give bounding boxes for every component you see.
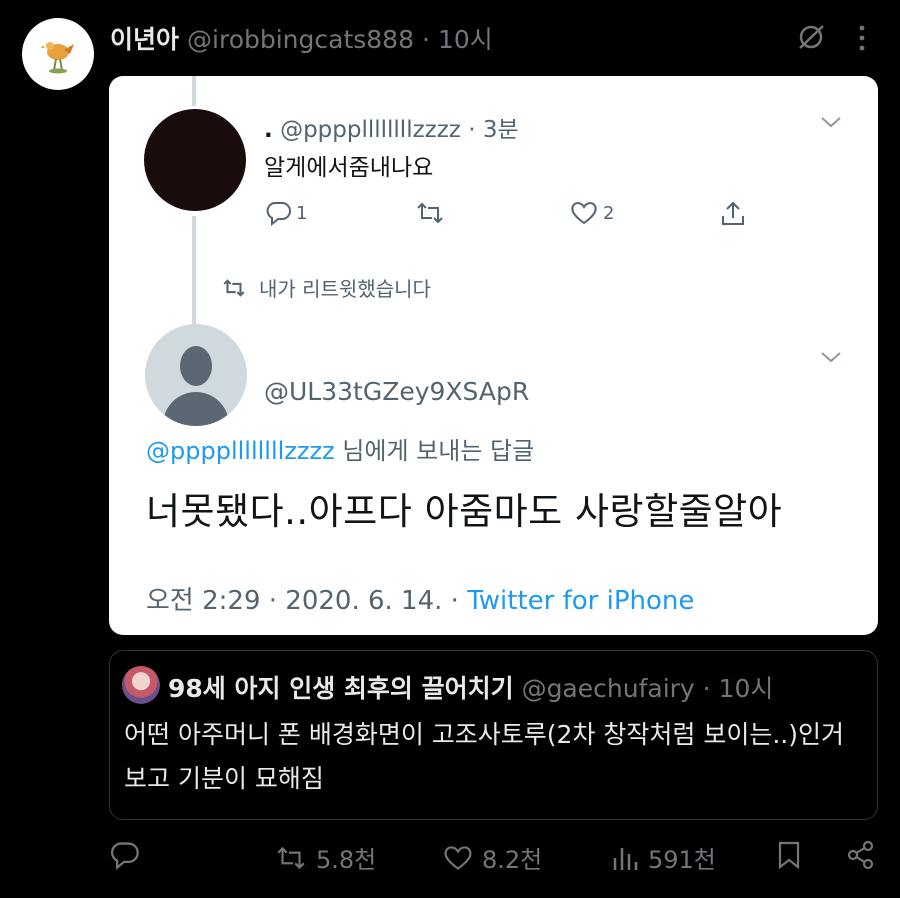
author-name[interactable]: 이년아: [110, 20, 179, 56]
author-avatar[interactable]: [22, 18, 94, 90]
reply-icon: [266, 202, 291, 226]
author-handle[interactable]: @irobbingcats888: [187, 25, 414, 54]
second-tweet-text: 너못됐다..아프다 아줌마도 사랑할줄알아: [146, 490, 783, 533]
second-tweet-handle: @UL33tGZey9XSApR: [264, 377, 530, 406]
reply-to-handle: @ppppllllllllzzzz: [146, 437, 335, 465]
second-tweet-meta: 오전 2:29 · 2020. 6. 14. · Twitter for iPh…: [146, 580, 694, 617]
chevron-down-icon: [821, 117, 841, 128]
share-icon: [847, 840, 874, 870]
chevron-down-icon: [821, 352, 841, 363]
more-icon[interactable]: [852, 24, 872, 52]
bookmark-icon: [778, 841, 800, 870]
reply-button[interactable]: [108, 840, 140, 870]
separator: ·: [702, 674, 711, 703]
retweeted-text: 내가 리트윗했습니다: [259, 277, 431, 301]
quoted-time: 10시: [718, 674, 774, 703]
tweet-header: 이년아 @irobbingcats888 · 10시: [110, 20, 493, 56]
meta-source: Twitter for iPhone: [467, 586, 695, 616]
reply-to-line: @ppppllllllllzzzz 님에게 보내는 답글: [146, 431, 534, 466]
views-button[interactable]: 591천: [610, 840, 716, 875]
views-count: 591천: [648, 846, 716, 874]
share-action: [719, 200, 747, 228]
meta-time: 오전 2:29 · 2020. 6. 14. ·: [146, 586, 468, 616]
first-tweet-header: . @ppppllllllllzzzz · 3분: [264, 110, 519, 144]
quoted-header: 98세 아지 인생 최후의 끌어치기 @gaechufairy · 10시: [168, 669, 773, 705]
separator: ·: [468, 117, 476, 143]
retweet-count: 5.8천: [316, 846, 377, 874]
first-tweet-time: 3분: [482, 117, 519, 143]
reply-action: 1: [264, 200, 307, 226]
heart-icon: [444, 845, 472, 870]
bird-icon: [40, 42, 74, 74]
quoted-avatar: [122, 666, 160, 704]
first-tweet-avatar: [144, 109, 246, 211]
share-button[interactable]: [846, 840, 876, 870]
quoted-tweet[interactable]: 98세 아지 인생 최후의 끌어치기 @gaechufairy · 10시 어떤…: [109, 650, 878, 820]
separator: ·: [422, 25, 430, 54]
quoted-text: 어떤 아주머니 폰 배경화면이 고조사토루(2차 창작처럼 보이는..)인거 보…: [124, 720, 844, 793]
like-count: 8.2천: [482, 846, 543, 874]
first-tweet-name: .: [264, 117, 273, 143]
retweet-button[interactable]: 5.8천: [274, 840, 376, 875]
heart-icon: [571, 202, 597, 225]
retweet-action: [414, 200, 446, 226]
tweet-screenshot-image[interactable]: . @ppppllllllllzzzz · 3분 알게에서줌내나요 1 2 내가…: [109, 76, 878, 635]
retweet-icon: [417, 202, 443, 224]
first-tweet-text: 알게에서줌내나요: [264, 155, 434, 181]
avatar-body: [163, 392, 229, 426]
grok-icon[interactable]: [796, 22, 826, 52]
bookmark-button[interactable]: [776, 840, 802, 870]
quoted-name: 98세 아지 인생 최후의 끌어치기: [168, 674, 514, 703]
reply-count: 1: [296, 202, 308, 224]
share-icon: [722, 201, 744, 225]
avatar-head: [180, 346, 212, 386]
reply-icon: [110, 842, 139, 870]
thread-line-top: [192, 76, 196, 106]
retweet-icon: [277, 846, 305, 869]
first-tweet-handle: @ppppllllllllzzzz: [280, 117, 461, 143]
like-action: 2: [569, 200, 614, 226]
like-button[interactable]: 8.2천: [442, 840, 542, 875]
retweet-icon: [223, 278, 245, 297]
views-icon: [613, 847, 638, 870]
like-count: 2: [603, 202, 615, 224]
action-bar: 5.8천 8.2천 591천: [108, 840, 888, 880]
reply-to-suffix: 님에게 보내는 답글: [334, 437, 535, 465]
tweet-time[interactable]: 10시: [438, 20, 493, 56]
retweeted-notice: 내가 리트윗했습니다: [221, 273, 431, 302]
quoted-handle: @gaechufairy: [521, 674, 695, 703]
first-tweet-actions: 1 2: [264, 200, 764, 230]
default-avatar: [145, 324, 247, 426]
